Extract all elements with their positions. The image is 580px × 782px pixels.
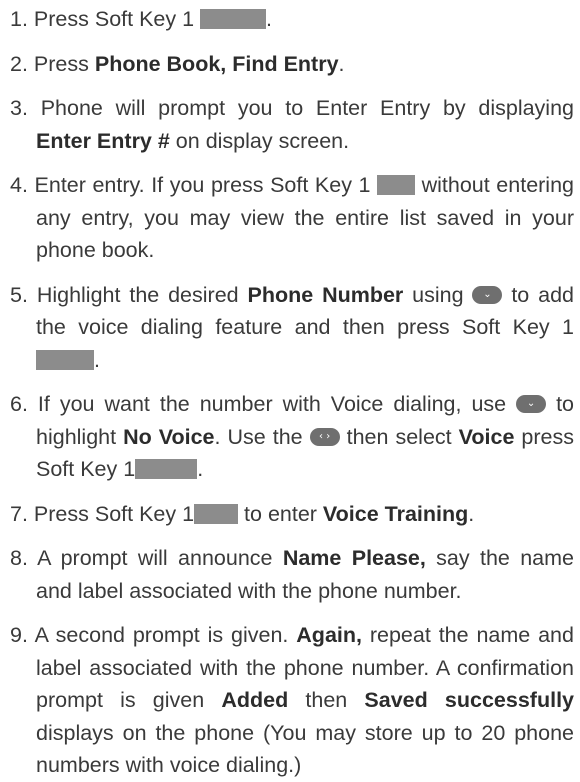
step-number: 6.	[10, 392, 28, 416]
step-text: A second prompt is given.	[34, 623, 297, 647]
step-text: displays on the phone (You may store up …	[36, 720, 574, 778]
step-3: 3. Phone will prompt you to Enter Entry …	[10, 92, 574, 157]
step-emphasis: Again,	[296, 623, 362, 647]
step-text: to enter	[238, 501, 323, 526]
step-emphasis: Saved successfully	[364, 688, 575, 712]
step-7: 7. Press Soft Key 1 to enter Voice Train…	[10, 498, 574, 531]
step-text: on display screen.	[169, 128, 350, 153]
step-number: 1.	[10, 7, 28, 31]
step-text: .	[266, 7, 273, 31]
soft-key-placeholder	[135, 459, 198, 479]
step-text: Highlight the desired	[36, 282, 248, 307]
step-text: . Use the	[214, 424, 310, 449]
step-text: Enter entry. If you press Soft Key 1	[34, 173, 378, 197]
soft-key-placeholder	[377, 175, 416, 195]
step-text: .	[338, 51, 345, 76]
step-text: .	[94, 347, 100, 372]
nav-down-icon: ⌄	[472, 285, 503, 304]
step-emphasis: Added	[221, 688, 289, 712]
step-text: Press	[33, 51, 95, 76]
step-6: 6. If you want the number with Voice dia…	[10, 388, 574, 486]
nav-glyph: ‹ ›	[319, 430, 331, 442]
step-number: 7.	[10, 501, 28, 526]
step-number: 3.	[10, 96, 28, 120]
step-emphasis: Voice	[458, 424, 515, 449]
step-number: 9.	[10, 623, 28, 647]
step-1: 1. Press Soft Key 1 .	[10, 3, 574, 36]
nav-down-icon: ⌄	[516, 395, 547, 413]
step-emphasis: No Voice	[123, 424, 215, 449]
step-emphasis: Enter Entry #	[36, 128, 170, 153]
step-number: 8.	[10, 546, 28, 570]
step-text: If you want the number with Voice dialin…	[37, 392, 517, 416]
step-text: .	[468, 501, 475, 526]
step-text: then select	[339, 424, 459, 449]
soft-key-placeholder	[200, 9, 267, 29]
step-emphasis: Phone Book, Find Entry	[94, 51, 339, 76]
step-text: .	[197, 457, 204, 481]
step-text: then	[288, 688, 365, 712]
step-emphasis: Voice Training	[322, 501, 469, 526]
step-text: using	[403, 282, 473, 307]
step-4: 4. Enter entry. If you press Soft Key 1 …	[10, 169, 574, 267]
step-9: 9. A second prompt is given. Again, repe…	[10, 619, 574, 782]
nav-left-right-icon: ‹ ›	[309, 427, 340, 446]
step-2: 2. Press Phone Book, Find Entry.	[10, 48, 574, 81]
soft-key-placeholder	[194, 503, 239, 524]
nav-glyph: ⌄	[483, 288, 492, 300]
step-number: 4.	[10, 173, 28, 197]
step-emphasis: Phone Number	[247, 282, 404, 307]
step-emphasis: Name Please,	[282, 546, 426, 570]
soft-key-placeholder	[36, 349, 94, 370]
step-number: 5.	[10, 282, 28, 307]
instruction-list: 1. Press Soft Key 1 . 2. Press Phone Boo…	[0, 3, 580, 782]
step-text: Phone will prompt you to Enter Entry by …	[40, 96, 574, 120]
step-8: 8. A prompt will announce Name Please, s…	[10, 542, 574, 607]
nav-glyph: ⌄	[526, 398, 536, 409]
step-text: A prompt will announce	[37, 546, 283, 570]
step-text: Press Soft Key 1	[33, 7, 201, 31]
step-text: Press Soft Key 1	[33, 501, 195, 526]
step-5: 5. Highlight the desired Phone Number us…	[10, 279, 574, 377]
step-number: 2.	[10, 51, 28, 76]
